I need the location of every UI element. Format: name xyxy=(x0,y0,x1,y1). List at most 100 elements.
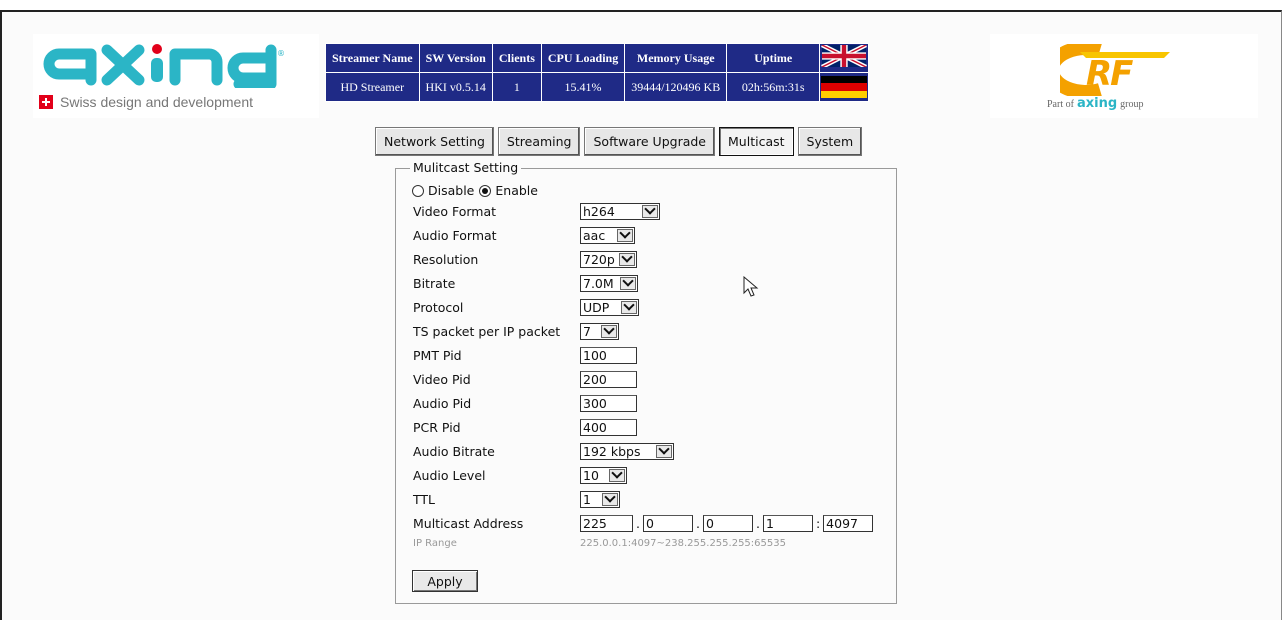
video-pid-input[interactable] xyxy=(580,370,637,388)
tab-network-setting[interactable]: Network Setting xyxy=(375,127,494,156)
ts-packet-label: TS packet per IP packet xyxy=(413,323,561,339)
header-memory-usage: Memory Usage xyxy=(624,43,728,73)
lang-english[interactable] xyxy=(819,43,870,73)
header-sw-version: SW Version xyxy=(418,43,493,73)
port-separator: : xyxy=(815,515,821,531)
resolution-select[interactable]: 720p xyxy=(580,250,637,268)
value-clients: 1 xyxy=(491,72,542,102)
chevron-down-icon xyxy=(656,444,672,458)
octet-separator: . xyxy=(695,515,700,531)
audio-level-select[interactable]: 10 xyxy=(580,466,627,484)
protocol-value: UDP xyxy=(583,299,610,315)
ip-octet-3-input[interactable] xyxy=(702,514,753,532)
ts-packet-value: 7 xyxy=(583,323,591,339)
tagline-row: Swiss design and development xyxy=(39,94,253,110)
ttl-control: 1 xyxy=(580,489,620,509)
audio-bitrate-select[interactable]: 192 kbps xyxy=(580,442,674,460)
tab-multicast[interactable]: Multicast xyxy=(719,127,794,156)
part-of-brand: axing xyxy=(1076,96,1118,111)
tagline: Swiss design and development xyxy=(60,94,254,110)
chevron-down-icon xyxy=(642,204,658,218)
part-of-suffix: group xyxy=(1120,99,1144,110)
value-streamer-name: HD Streamer xyxy=(325,72,420,102)
video-pid-control xyxy=(580,369,637,389)
protocol-label: Protocol xyxy=(413,299,464,315)
fieldset-legend: Mulitcast Setting xyxy=(410,160,522,175)
audio-pid-label: Audio Pid xyxy=(413,395,472,411)
uk-flag-icon[interactable] xyxy=(821,43,868,69)
pmt-pid-input[interactable] xyxy=(580,346,637,364)
audio-format-select[interactable]: aac xyxy=(580,226,635,244)
svg-text:®: ® xyxy=(277,49,285,58)
ip-octet-1-input[interactable] xyxy=(580,514,633,532)
chevron-down-icon xyxy=(621,300,637,314)
audio-bitrate-label: Audio Bitrate xyxy=(413,443,495,459)
value-sw-version: HKI v0.5.14 xyxy=(418,72,493,102)
audio-bitrate-value: 192 kbps xyxy=(583,443,641,459)
rf-logo: RF Part of axing group xyxy=(990,34,1258,118)
bitrate-control: 7.0M xyxy=(580,273,638,293)
resolution-label: Resolution xyxy=(413,251,479,267)
rf-logo-text: RF xyxy=(1086,54,1133,94)
value-uptime: 02h:56m:31s xyxy=(726,72,821,102)
header-cpu-loading: CPU Loading xyxy=(540,43,626,73)
audio-format-label: Audio Format xyxy=(413,227,497,243)
chevron-down-icon xyxy=(609,468,625,482)
video-format-control: h264 xyxy=(580,201,660,221)
audio-format-control: aac xyxy=(580,225,635,245)
chevron-down-icon xyxy=(602,492,618,506)
ts-packet-select[interactable]: 7 xyxy=(580,322,619,340)
chevron-down-icon xyxy=(619,252,635,266)
video-format-select[interactable]: h264 xyxy=(580,202,660,220)
audio-bitrate-control: 192 kbps xyxy=(580,441,674,461)
ttl-select[interactable]: 1 xyxy=(580,490,620,508)
axing-logo: ® Swiss design and development xyxy=(33,34,319,118)
value-memory-usage: 39444/120496 KB xyxy=(624,72,728,102)
protocol-control: UDP xyxy=(580,297,639,317)
ip-octet-4-input[interactable] xyxy=(762,514,813,532)
tab-system[interactable]: System xyxy=(797,127,863,156)
audio-level-control: 10 xyxy=(580,465,627,485)
bitrate-label: Bitrate xyxy=(413,275,456,291)
pmt-pid-control xyxy=(580,345,637,365)
octet-separator: . xyxy=(755,515,760,531)
audio-pid-control xyxy=(580,393,637,413)
ttl-label: TTL xyxy=(413,491,436,507)
audio-pid-input[interactable] xyxy=(580,394,637,412)
header-uptime: Uptime xyxy=(726,43,821,73)
video-format-label: Video Format xyxy=(413,203,497,219)
bitrate-select[interactable]: 7.0M xyxy=(580,274,638,292)
ip-octet-2-input[interactable] xyxy=(642,514,693,532)
video-pid-label: Video Pid xyxy=(413,371,471,387)
tab-streaming[interactable]: Streaming xyxy=(497,127,581,156)
enable-label: Enable xyxy=(495,183,538,198)
audio-level-value: 10 xyxy=(583,467,599,483)
multicast-address-label: Multicast Address xyxy=(413,515,524,531)
axing-wordmark-icon: ® xyxy=(43,44,285,88)
pcr-pid-label: PCR Pid xyxy=(413,419,461,435)
german-flag-icon[interactable] xyxy=(821,76,868,98)
value-cpu-loading: 15.41% xyxy=(540,72,626,102)
apply-button[interactable]: Apply xyxy=(412,570,478,592)
bitrate-value: 7.0M xyxy=(583,275,614,291)
chevron-down-icon xyxy=(620,276,636,290)
lang-deutsch[interactable] xyxy=(819,72,870,102)
pcr-pid-input[interactable] xyxy=(580,418,637,436)
enable-radio[interactable] xyxy=(479,184,492,197)
chevron-down-icon xyxy=(617,228,633,242)
header-clients: Clients xyxy=(491,43,542,73)
ip-range-label: IP Range xyxy=(413,538,457,549)
status-value-row: HD Streamer HKI v0.5.14 1 15.41% 39444/1… xyxy=(325,72,870,102)
audio-level-label: Audio Level xyxy=(413,467,486,483)
octet-separator: . xyxy=(636,515,640,531)
port-input[interactable] xyxy=(823,514,874,532)
mouse-pointer-icon xyxy=(743,276,759,297)
protocol-select[interactable]: UDP xyxy=(580,298,639,316)
chevron-down-icon xyxy=(601,324,617,338)
ts-packet-control: 7 xyxy=(580,321,619,341)
ttl-value: 1 xyxy=(583,491,591,507)
header-streamer-name: Streamer Name xyxy=(325,43,420,73)
disable-radio[interactable] xyxy=(412,184,424,197)
part-of-prefix: Part of xyxy=(1047,99,1074,110)
tab-software-upgrade[interactable]: Software Upgrade xyxy=(584,127,716,156)
